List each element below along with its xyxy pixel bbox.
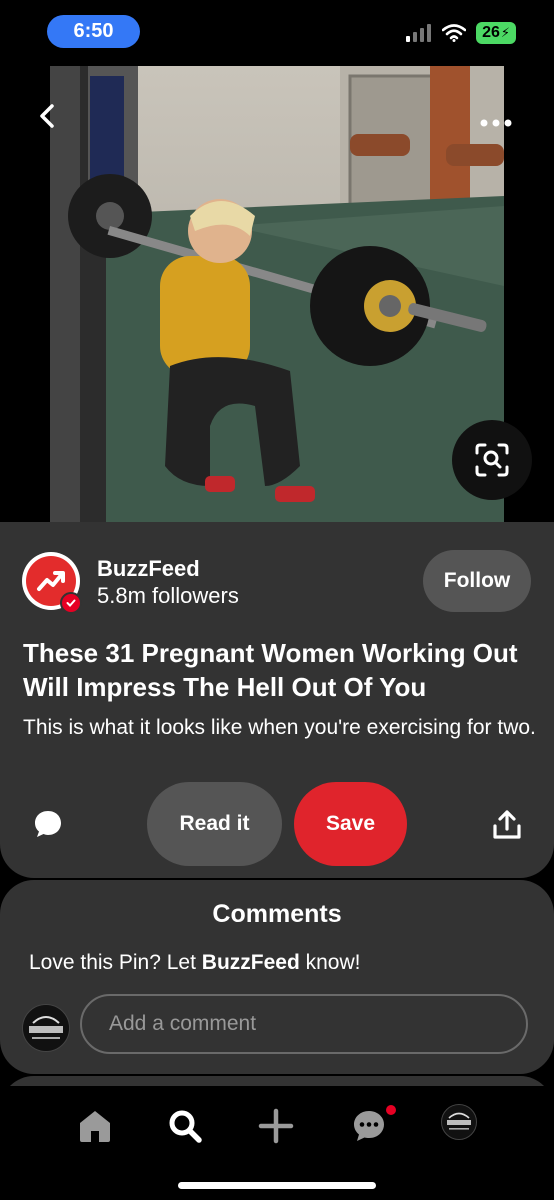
share-icon	[493, 810, 521, 839]
profile-avatar-logo	[442, 1105, 476, 1139]
save-button[interactable]: Save	[294, 782, 407, 866]
pin-image[interactable]	[50, 66, 504, 522]
nav-messages[interactable]	[349, 1106, 389, 1146]
comment-icon	[35, 811, 61, 837]
user-avatar[interactable]	[22, 1004, 70, 1052]
notification-dot	[386, 1105, 396, 1115]
search-icon	[169, 1110, 202, 1143]
pin-details-card: BuzzFeed 5.8m followers Follow These 31 …	[0, 522, 554, 878]
pin-description: This is what it looks like when you're e…	[23, 716, 536, 739]
more-options-button[interactable]	[476, 110, 516, 136]
follower-count: 5.8m followers	[97, 583, 239, 608]
follow-button[interactable]: Follow	[423, 550, 531, 612]
status-time: 6:50	[47, 15, 140, 48]
nav-profile[interactable]	[441, 1104, 477, 1140]
home-icon	[80, 1111, 110, 1142]
create-icon	[258, 1108, 294, 1144]
creator-name[interactable]: BuzzFeed	[97, 556, 200, 582]
share-button[interactable]	[492, 809, 522, 841]
charging-bolt-icon: ⚡	[500, 25, 510, 40]
messages-icon	[354, 1111, 384, 1141]
nav-home[interactable]	[75, 1106, 115, 1146]
status-icons: 26 ⚡	[406, 22, 516, 44]
cellular-signal-icon	[406, 24, 432, 42]
back-button[interactable]	[30, 96, 64, 136]
pin-title: These 31 Pregnant Women Working Out Will…	[23, 638, 518, 702]
bottom-navigation	[0, 1086, 554, 1200]
status-bar: 6:50 26 ⚡	[0, 0, 554, 62]
back-icon	[40, 104, 54, 128]
comment-button[interactable]	[32, 808, 64, 840]
comments-prompt-creator: BuzzFeed	[201, 951, 300, 974]
trending-arrow-icon	[37, 571, 65, 591]
read-it-button[interactable]: Read it	[147, 782, 282, 866]
workout-photo	[50, 66, 504, 522]
visual-search-button[interactable]	[452, 420, 532, 500]
comments-heading: Comments	[212, 900, 342, 928]
wifi-icon	[442, 24, 467, 42]
more-icon	[480, 119, 512, 127]
nav-search[interactable]	[165, 1106, 205, 1146]
home-indicator	[178, 1182, 376, 1189]
comments-prompt-prefix: Love this Pin? Let	[29, 951, 202, 974]
battery-indicator: 26 ⚡	[476, 22, 516, 44]
user-avatar-logo	[23, 1005, 69, 1051]
nav-create[interactable]	[256, 1106, 296, 1146]
battery-level: 26	[482, 24, 500, 41]
comments-prompt: Love this Pin? Let BuzzFeed know!	[29, 951, 361, 975]
verified-badge-icon	[60, 592, 82, 614]
comments-section: Comments Love this Pin? Let BuzzFeed kno…	[0, 880, 554, 1074]
visual-search-icon	[475, 443, 509, 477]
comments-prompt-suffix: know!	[299, 951, 361, 974]
add-comment-input[interactable]	[80, 994, 528, 1054]
